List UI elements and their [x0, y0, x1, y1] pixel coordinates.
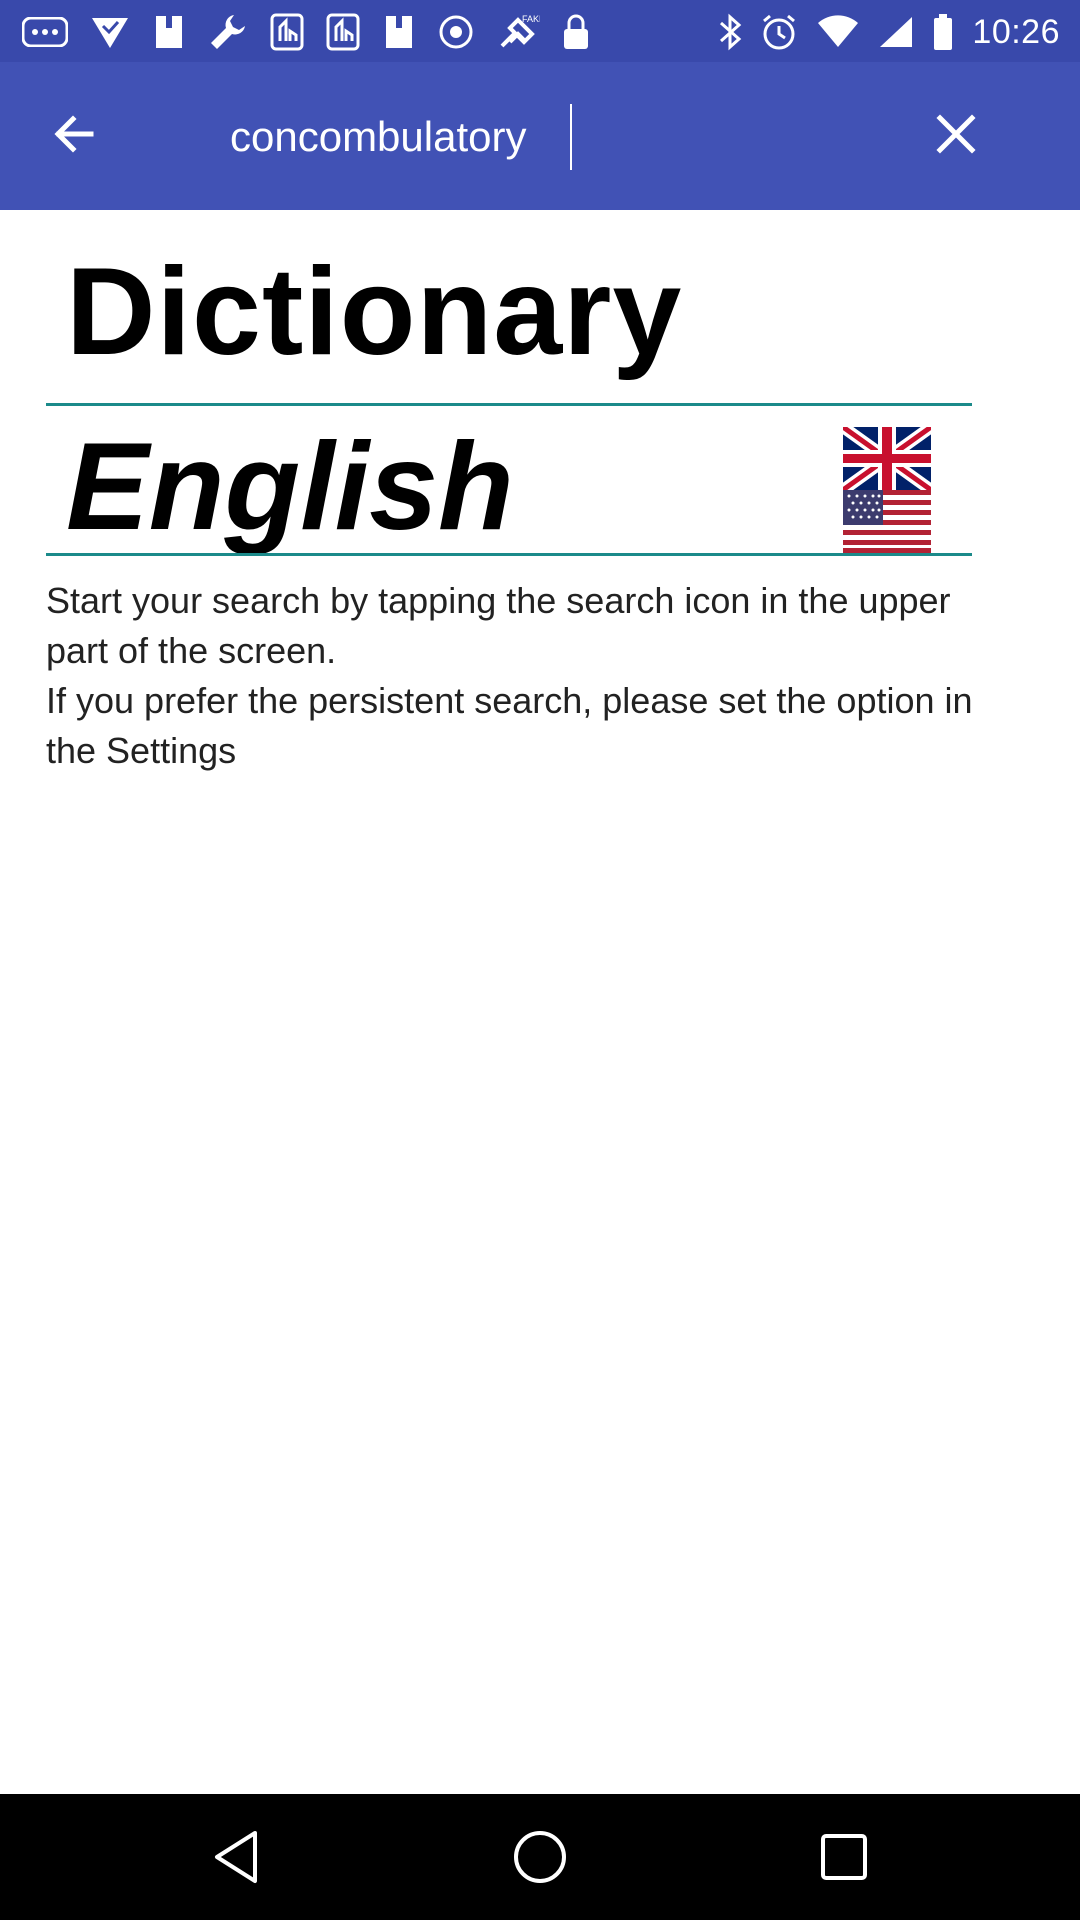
cell-signal-icon	[878, 15, 914, 49]
status-bar: FAKE 10:26	[0, 0, 1080, 62]
alarm-icon	[760, 13, 798, 51]
signal-tool-icon	[270, 13, 304, 51]
more-notifications-icon	[22, 17, 68, 47]
nav-back-button[interactable]	[201, 1822, 271, 1892]
wrench-icon	[208, 12, 248, 52]
instructions-line-1: Start your search by tapping the search …	[46, 580, 951, 671]
battery-icon	[932, 13, 954, 51]
text-cursor	[570, 104, 572, 170]
lock-icon	[562, 13, 590, 51]
fake-gps-icon: FAKE	[496, 12, 540, 52]
nav-recents-button[interactable]	[809, 1822, 879, 1892]
toolbox-icon	[382, 14, 416, 50]
status-icons-right: 10:26	[718, 12, 1060, 52]
instructions-text: Start your search by tapping the search …	[46, 576, 986, 776]
nav-home-icon	[514, 1831, 566, 1883]
app-bar	[0, 62, 1080, 210]
nav-back-icon	[215, 1831, 257, 1883]
close-icon	[936, 114, 976, 154]
back-button[interactable]	[38, 98, 110, 170]
signal-tool-icon	[326, 13, 360, 51]
instructions-line-2: If you prefer the persistent search, ple…	[46, 680, 973, 771]
nav-home-button[interactable]	[505, 1822, 575, 1892]
toolbox-icon	[152, 14, 186, 50]
circle-dots-icon	[438, 14, 474, 50]
uk-us-flag-icon	[839, 422, 935, 553]
wifi-icon	[816, 15, 860, 49]
divider	[46, 553, 972, 556]
dictionary-title: Dictionary	[66, 243, 683, 381]
nav-recents-icon	[821, 1834, 867, 1880]
svg-text:FAKE: FAKE	[522, 14, 540, 24]
divider	[46, 403, 972, 406]
status-icons-left: FAKE	[22, 12, 590, 52]
vpn-check-icon	[90, 14, 130, 50]
clear-search-button[interactable]	[920, 98, 992, 170]
arrow-back-icon	[54, 115, 94, 153]
bluetooth-icon	[718, 13, 742, 51]
status-time: 10:26	[972, 12, 1060, 51]
navigation-bar	[0, 1794, 1080, 1920]
language-title: English	[66, 418, 514, 556]
